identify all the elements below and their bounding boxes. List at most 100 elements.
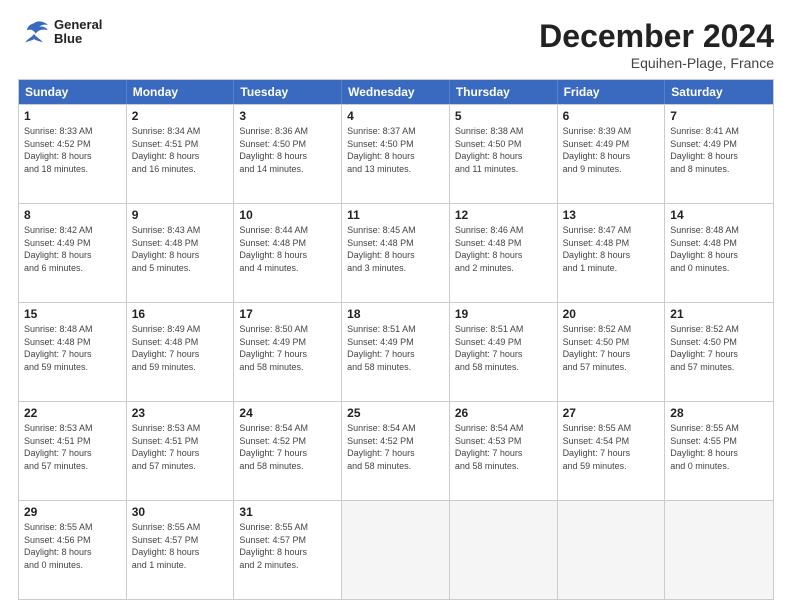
- header-thursday: Thursday: [450, 80, 558, 104]
- calendar-cell-0-3: 4 Sunrise: 8:37 AM Sunset: 4:50 PM Daylig…: [342, 105, 450, 203]
- day-number-6: 6: [563, 109, 660, 123]
- calendar-cell-4-2: 31 Sunrise: 8:55 AM Sunset: 4:57 PM Dayli…: [234, 501, 342, 599]
- calendar-row-0: 1 Sunrise: 8:33 AM Sunset: 4:52 PM Daylig…: [19, 104, 773, 203]
- day-info-12: Sunrise: 8:46 AM Sunset: 4:48 PM Dayligh…: [455, 224, 552, 274]
- day-info-31: Sunrise: 8:55 AM Sunset: 4:57 PM Dayligh…: [239, 521, 336, 571]
- day-info-3: Sunrise: 8:36 AM Sunset: 4:50 PM Dayligh…: [239, 125, 336, 175]
- day-number-21: 21: [670, 307, 768, 321]
- day-number-20: 20: [563, 307, 660, 321]
- day-info-8: Sunrise: 8:42 AM Sunset: 4:49 PM Dayligh…: [24, 224, 121, 274]
- day-number-12: 12: [455, 208, 552, 222]
- day-number-25: 25: [347, 406, 444, 420]
- day-number-28: 28: [670, 406, 768, 420]
- day-info-29: Sunrise: 8:55 AM Sunset: 4:56 PM Dayligh…: [24, 521, 121, 571]
- calendar-cell-2-0: 15Sunrise: 8:48 AM Sunset: 4:48 PM Dayli…: [19, 303, 127, 401]
- calendar-cell-1-4: 12 Sunrise: 8:46 AM Sunset: 4:48 PM Dayli…: [450, 204, 558, 302]
- day-info-24: Sunrise: 8:54 AM Sunset: 4:52 PM Dayligh…: [239, 422, 336, 472]
- calendar-cell-0-1: 2 Sunrise: 8:34 AM Sunset: 4:51 PM Daylig…: [127, 105, 235, 203]
- calendar-cell-4-4: [450, 501, 558, 599]
- day-info-27: Sunrise: 8:55 AM Sunset: 4:54 PM Dayligh…: [563, 422, 660, 472]
- day-info-16: Sunrise: 8:49 AM Sunset: 4:48 PM Dayligh…: [132, 323, 229, 373]
- calendar-cell-3-0: 22 Sunrise: 8:53 AM Sunset: 4:51 PM Dayli…: [19, 402, 127, 500]
- calendar-cell-0-4: 5 Sunrise: 8:38 AM Sunset: 4:50 PM Daylig…: [450, 105, 558, 203]
- calendar-cell-2-3: 18 Sunrise: 8:51 AM Sunset: 4:49 PM Dayli…: [342, 303, 450, 401]
- calendar-row-2: 15Sunrise: 8:48 AM Sunset: 4:48 PM Dayli…: [19, 302, 773, 401]
- calendar-cell-4-1: 30 Sunrise: 8:55 AM Sunset: 4:57 PM Dayli…: [127, 501, 235, 599]
- day-number-11: 11: [347, 208, 444, 222]
- month-title: December 2024: [539, 18, 774, 55]
- day-number-13: 13: [563, 208, 660, 222]
- day-number-26: 26: [455, 406, 552, 420]
- calendar-cell-3-3: 25Sunrise: 8:54 AM Sunset: 4:52 PM Dayli…: [342, 402, 450, 500]
- day-number-18: 18: [347, 307, 444, 321]
- calendar-cell-1-1: 9 Sunrise: 8:43 AM Sunset: 4:48 PM Daylig…: [127, 204, 235, 302]
- day-number-5: 5: [455, 109, 552, 123]
- day-info-30: Sunrise: 8:55 AM Sunset: 4:57 PM Dayligh…: [132, 521, 229, 571]
- calendar-cell-0-6: 7 Sunrise: 8:41 AM Sunset: 4:49 PM Daylig…: [665, 105, 773, 203]
- day-number-9: 9: [132, 208, 229, 222]
- day-info-18: Sunrise: 8:51 AM Sunset: 4:49 PM Dayligh…: [347, 323, 444, 373]
- calendar-cell-3-6: 28Sunrise: 8:55 AM Sunset: 4:55 PM Dayli…: [665, 402, 773, 500]
- calendar-cell-4-3: [342, 501, 450, 599]
- day-info-26: Sunrise: 8:54 AM Sunset: 4:53 PM Dayligh…: [455, 422, 552, 472]
- day-info-4: Sunrise: 8:37 AM Sunset: 4:50 PM Dayligh…: [347, 125, 444, 175]
- calendar-cell-3-4: 26 Sunrise: 8:54 AM Sunset: 4:53 PM Dayli…: [450, 402, 558, 500]
- calendar-row-1: 8Sunrise: 8:42 AM Sunset: 4:49 PM Daylig…: [19, 203, 773, 302]
- header-wednesday: Wednesday: [342, 80, 450, 104]
- day-info-22: Sunrise: 8:53 AM Sunset: 4:51 PM Dayligh…: [24, 422, 121, 472]
- logo-line2: Blue: [54, 32, 102, 46]
- day-number-10: 10: [239, 208, 336, 222]
- calendar-cell-1-6: 14 Sunrise: 8:48 AM Sunset: 4:48 PM Dayli…: [665, 204, 773, 302]
- header-saturday: Saturday: [665, 80, 773, 104]
- day-number-19: 19: [455, 307, 552, 321]
- day-info-11: Sunrise: 8:45 AM Sunset: 4:48 PM Dayligh…: [347, 224, 444, 274]
- day-number-1: 1: [24, 109, 121, 123]
- day-number-4: 4: [347, 109, 444, 123]
- day-number-15: 15: [24, 307, 121, 321]
- day-info-14: Sunrise: 8:48 AM Sunset: 4:48 PM Dayligh…: [670, 224, 768, 274]
- calendar-cell-2-2: 17Sunrise: 8:50 AM Sunset: 4:49 PM Dayli…: [234, 303, 342, 401]
- day-info-6: Sunrise: 8:39 AM Sunset: 4:49 PM Dayligh…: [563, 125, 660, 175]
- day-info-1: Sunrise: 8:33 AM Sunset: 4:52 PM Dayligh…: [24, 125, 121, 175]
- header: General Blue December 2024 Equihen-Plage…: [18, 18, 774, 71]
- day-info-17: Sunrise: 8:50 AM Sunset: 4:49 PM Dayligh…: [239, 323, 336, 373]
- title-block: December 2024 Equihen-Plage, France: [539, 18, 774, 71]
- day-info-19: Sunrise: 8:51 AM Sunset: 4:49 PM Dayligh…: [455, 323, 552, 373]
- calendar-row-4: 29Sunrise: 8:55 AM Sunset: 4:56 PM Dayli…: [19, 500, 773, 599]
- calendar: Sunday Monday Tuesday Wednesday Thursday…: [18, 79, 774, 600]
- day-info-13: Sunrise: 8:47 AM Sunset: 4:48 PM Dayligh…: [563, 224, 660, 274]
- day-number-16: 16: [132, 307, 229, 321]
- header-tuesday: Tuesday: [234, 80, 342, 104]
- logo-bird-icon: [18, 18, 50, 46]
- day-info-2: Sunrise: 8:34 AM Sunset: 4:51 PM Dayligh…: [132, 125, 229, 175]
- day-number-31: 31: [239, 505, 336, 519]
- header-monday: Monday: [127, 80, 235, 104]
- day-info-9: Sunrise: 8:43 AM Sunset: 4:48 PM Dayligh…: [132, 224, 229, 274]
- day-number-30: 30: [132, 505, 229, 519]
- day-number-14: 14: [670, 208, 768, 222]
- day-number-3: 3: [239, 109, 336, 123]
- calendar-cell-1-3: 11 Sunrise: 8:45 AM Sunset: 4:48 PM Dayli…: [342, 204, 450, 302]
- day-info-21: Sunrise: 8:52 AM Sunset: 4:50 PM Dayligh…: [670, 323, 768, 373]
- day-info-20: Sunrise: 8:52 AM Sunset: 4:50 PM Dayligh…: [563, 323, 660, 373]
- day-number-7: 7: [670, 109, 768, 123]
- calendar-cell-2-6: 21 Sunrise: 8:52 AM Sunset: 4:50 PM Dayli…: [665, 303, 773, 401]
- header-sunday: Sunday: [19, 80, 127, 104]
- page: General Blue December 2024 Equihen-Plage…: [0, 0, 792, 612]
- day-number-24: 24: [239, 406, 336, 420]
- header-friday: Friday: [558, 80, 666, 104]
- calendar-cell-4-6: [665, 501, 773, 599]
- day-info-7: Sunrise: 8:41 AM Sunset: 4:49 PM Dayligh…: [670, 125, 768, 175]
- logo-text: General Blue: [54, 18, 102, 47]
- day-info-5: Sunrise: 8:38 AM Sunset: 4:50 PM Dayligh…: [455, 125, 552, 175]
- calendar-body: 1 Sunrise: 8:33 AM Sunset: 4:52 PM Daylig…: [19, 104, 773, 599]
- calendar-row-3: 22 Sunrise: 8:53 AM Sunset: 4:51 PM Dayli…: [19, 401, 773, 500]
- calendar-cell-1-2: 10Sunrise: 8:44 AM Sunset: 4:48 PM Dayli…: [234, 204, 342, 302]
- day-number-22: 22: [24, 406, 121, 420]
- calendar-cell-1-0: 8Sunrise: 8:42 AM Sunset: 4:49 PM Daylig…: [19, 204, 127, 302]
- day-number-2: 2: [132, 109, 229, 123]
- calendar-cell-2-1: 16 Sunrise: 8:49 AM Sunset: 4:48 PM Dayli…: [127, 303, 235, 401]
- logo-line1: General: [54, 18, 102, 32]
- location: Equihen-Plage, France: [539, 55, 774, 71]
- calendar-cell-0-0: 1 Sunrise: 8:33 AM Sunset: 4:52 PM Daylig…: [19, 105, 127, 203]
